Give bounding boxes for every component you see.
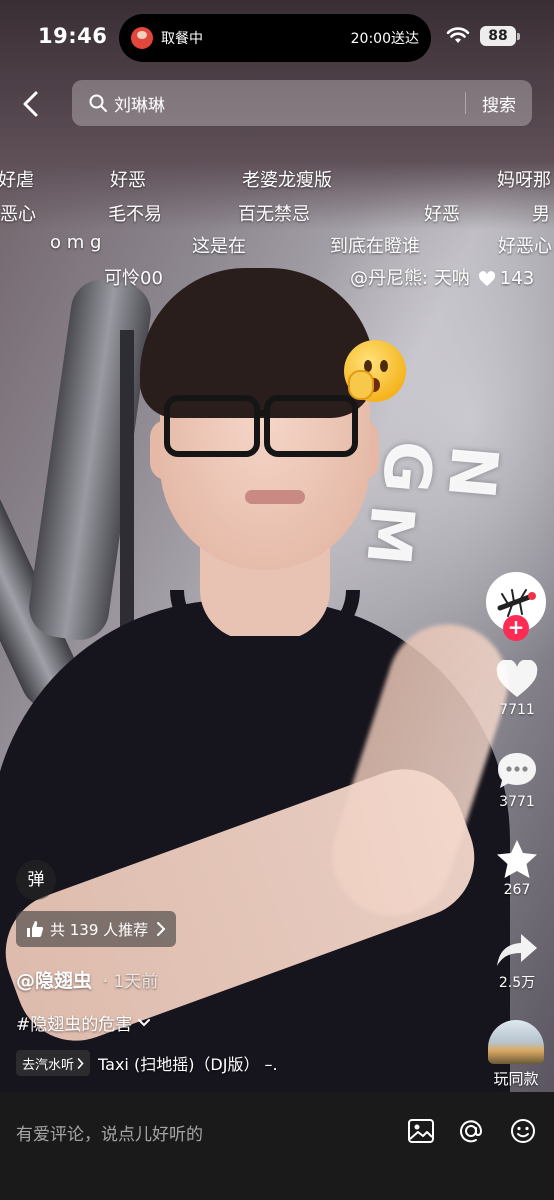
search-query[interactable]: 刘琳琳: [114, 91, 165, 116]
hashtag-line[interactable]: #隐翅虫的危害: [16, 1010, 151, 1035]
play-same-label: 玩同款: [493, 1070, 539, 1088]
danmaku-comment[interactable]: o m g: [50, 232, 101, 253]
comment-icon: [498, 753, 536, 788]
favorite-button[interactable]: 267: [490, 838, 544, 898]
danmaku-comment[interactable]: 恶心: [0, 200, 36, 226]
danmaku-comment[interactable]: 男: [532, 200, 550, 226]
recommend-chip[interactable]: 共 139 人推荐: [16, 911, 177, 947]
author-name[interactable]: @隐翅虫: [16, 970, 92, 992]
danmaku-text: @丹尼熊: 天呐: [350, 268, 470, 289]
emoji-icon[interactable]: [508, 1116, 538, 1146]
dynamic-island[interactable]: 取餐中 20:00送达: [119, 14, 431, 62]
island-eta: 20:00送达: [350, 31, 419, 47]
like-button[interactable]: 7711: [490, 660, 544, 718]
post-time: · 1天前: [102, 972, 159, 992]
search-button[interactable]: 搜索: [466, 91, 532, 116]
status-time: 19:46: [38, 24, 108, 48]
like-count: 7711: [499, 702, 535, 718]
danmaku-comment[interactable]: 这是在: [192, 232, 246, 258]
thumbs-up-icon: [27, 921, 44, 937]
shushing-face-emoji-icon: [344, 340, 406, 402]
danmaku-comment[interactable]: 好虐: [0, 166, 34, 192]
image-icon[interactable]: [406, 1116, 436, 1146]
glasses-lens: [164, 395, 260, 457]
danmaku-comment[interactable]: 好恶心: [498, 232, 552, 258]
danmaku-comment[interactable]: 老婆龙瘦版: [242, 166, 332, 192]
chevron-down-icon[interactable]: [138, 1018, 151, 1028]
danmaku-toggle-button[interactable]: 弹: [16, 860, 56, 900]
delivery-avatar-icon: [131, 27, 153, 49]
hashtag-text[interactable]: #隐翅虫的危害: [16, 1010, 132, 1035]
music-title[interactable]: Taxi (扫地摇)（DJ版） –.: [98, 1051, 278, 1075]
back-icon[interactable]: [12, 84, 52, 124]
play-same-thumbnail: [488, 1020, 544, 1064]
listen-on-qishui-button[interactable]: 去汽水听: [16, 1050, 91, 1076]
recommend-text: 共 139 人推荐: [50, 920, 149, 939]
danmaku-comment[interactable]: 好恶: [424, 200, 460, 226]
share-icon: [497, 934, 537, 966]
collar: [170, 590, 360, 650]
chevron-right-icon: [77, 1057, 84, 1069]
share-button[interactable]: 2.5万: [490, 930, 544, 992]
danmaku-comment[interactable]: 好恶: [110, 166, 146, 192]
music-row[interactable]: 去汽水听 Taxi (扫地摇)（DJ版） –.: [16, 1050, 278, 1076]
island-status: 取餐中: [161, 31, 203, 47]
star-icon: [497, 840, 537, 878]
lips: [245, 490, 305, 504]
share-count: 2.5万: [498, 975, 536, 991]
danmaku-comment[interactable]: 到底在瞪谁: [330, 232, 420, 258]
chevron-right-icon: [157, 922, 166, 936]
at-icon[interactable]: [456, 1116, 486, 1146]
follow-button[interactable]: +: [503, 615, 529, 641]
danmaku-comment[interactable]: 妈呀那: [497, 166, 551, 192]
danmaku-comment[interactable]: 毛不易: [108, 200, 162, 226]
battery-indicator: 88: [480, 26, 520, 46]
search-icon: [89, 94, 107, 112]
danmaku-like-count: 143: [499, 268, 535, 289]
danmaku-comment[interactable]: 可怜00: [104, 264, 163, 290]
wifi-icon: [446, 27, 470, 43]
heart-icon: [478, 271, 495, 286]
danmaku-comment-featured[interactable]: @丹尼熊: 天呐 143: [350, 264, 534, 290]
heart-icon: [496, 660, 538, 697]
search-bar[interactable]: 刘琳琳 搜索: [72, 80, 532, 126]
music-tag-label: 去汽水听: [22, 1057, 75, 1073]
glasses-bridge: [254, 410, 270, 416]
comment-count: 3771: [499, 794, 535, 810]
comment-input-placeholder[interactable]: 有爱评论，说点儿好听的: [16, 1120, 203, 1145]
danmaku-comment[interactable]: 百无禁忌: [238, 200, 310, 226]
favorite-count: 267: [503, 882, 531, 898]
comment-input-bar[interactable]: 有爱评论，说点儿好听的: [0, 1092, 554, 1200]
comment-button[interactable]: 3771: [490, 750, 544, 810]
author-line: @隐翅虫 · 1天前: [16, 966, 158, 993]
play-same-button[interactable]: 玩同款: [488, 1020, 544, 1089]
glasses-lens: [264, 395, 358, 457]
